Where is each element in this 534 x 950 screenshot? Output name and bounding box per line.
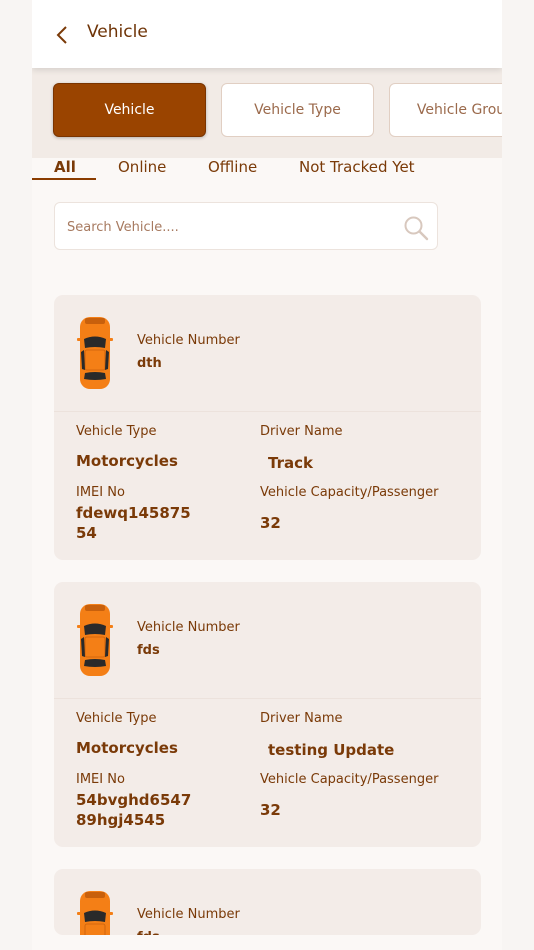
active-tab-indicator <box>32 178 96 180</box>
filter-tab-online[interactable]: Online <box>118 158 166 176</box>
filter-tab-offline[interactable]: Offline <box>208 158 257 176</box>
imei-label: IMEI No <box>76 772 125 787</box>
driver-name-label: Driver Name <box>260 424 343 439</box>
filter-tab-not-tracked-yet[interactable]: Not Tracked Yet <box>299 158 415 176</box>
vehicle-number-label: Vehicle Number <box>137 333 240 348</box>
imei-value-line2: 54 <box>76 524 97 542</box>
card-divider <box>54 698 481 699</box>
capacity-value: 32 <box>260 514 281 532</box>
capacity-label: Vehicle Capacity/Passenger <box>260 485 439 500</box>
search-box <box>54 202 438 250</box>
vehicle-screen: Vehicle Vehicle Vehicle Type Vehicle Gro… <box>32 0 502 950</box>
vehicle-card-header: Vehicle Number fds <box>54 582 481 698</box>
status-filter-tabs: All Online Offline Not Tracked Yet <box>32 158 502 182</box>
vehicle-number-value: fds <box>137 643 160 658</box>
vehicle-card[interactable]: Vehicle Number dth Vehicle Type Motorcyc… <box>54 295 481 560</box>
segment-bar: Vehicle Vehicle Type Vehicle Group <box>32 68 502 158</box>
chevron-left-icon <box>56 26 67 44</box>
capacity-value: 32 <box>260 801 281 819</box>
search-icon[interactable] <box>403 215 429 241</box>
app-header: Vehicle <box>32 0 502 68</box>
car-icon <box>77 317 113 389</box>
capacity-label: Vehicle Capacity/Passenger <box>260 772 439 787</box>
car-icon <box>77 891 113 935</box>
page-title: Vehicle <box>87 22 148 42</box>
segment-vehicle-type[interactable]: Vehicle Type <box>221 83 374 137</box>
back-button[interactable] <box>50 22 74 48</box>
imei-value-line1: fdewq145875 <box>76 504 191 522</box>
vehicle-type-value: Motorcycles <box>76 452 178 470</box>
vehicle-number-value: fds <box>137 930 160 935</box>
vehicle-card-header: Vehicle Number fds <box>54 869 481 935</box>
imei-value-line2: 89hgj4545 <box>76 811 166 829</box>
vehicle-type-label: Vehicle Type <box>76 424 157 439</box>
vehicle-number-value: dth <box>137 356 162 371</box>
segment-vehicle-group[interactable]: Vehicle Group <box>389 83 502 137</box>
vehicle-card[interactable]: Vehicle Number fds Vehicle Type Motorcyc… <box>54 582 481 847</box>
vehicle-type-label: Vehicle Type <box>76 711 157 726</box>
vehicle-number-label: Vehicle Number <box>137 907 240 922</box>
filter-tab-all[interactable]: All <box>54 158 76 176</box>
vehicle-number-label: Vehicle Number <box>137 620 240 635</box>
vehicle-card[interactable]: Vehicle Number fds <box>54 869 481 935</box>
segment-vehicle[interactable]: Vehicle <box>53 83 206 137</box>
driver-name-value: Track <box>268 454 313 472</box>
card-divider <box>54 411 481 412</box>
car-icon <box>77 604 113 676</box>
imei-value-line1: 54bvghd6547 <box>76 791 192 809</box>
vehicle-card-header: Vehicle Number dth <box>54 295 481 411</box>
imei-label: IMEI No <box>76 485 125 500</box>
driver-name-value: testing Update <box>268 741 395 759</box>
driver-name-label: Driver Name <box>260 711 343 726</box>
vehicle-type-value: Motorcycles <box>76 739 178 757</box>
search-input[interactable] <box>67 215 387 239</box>
